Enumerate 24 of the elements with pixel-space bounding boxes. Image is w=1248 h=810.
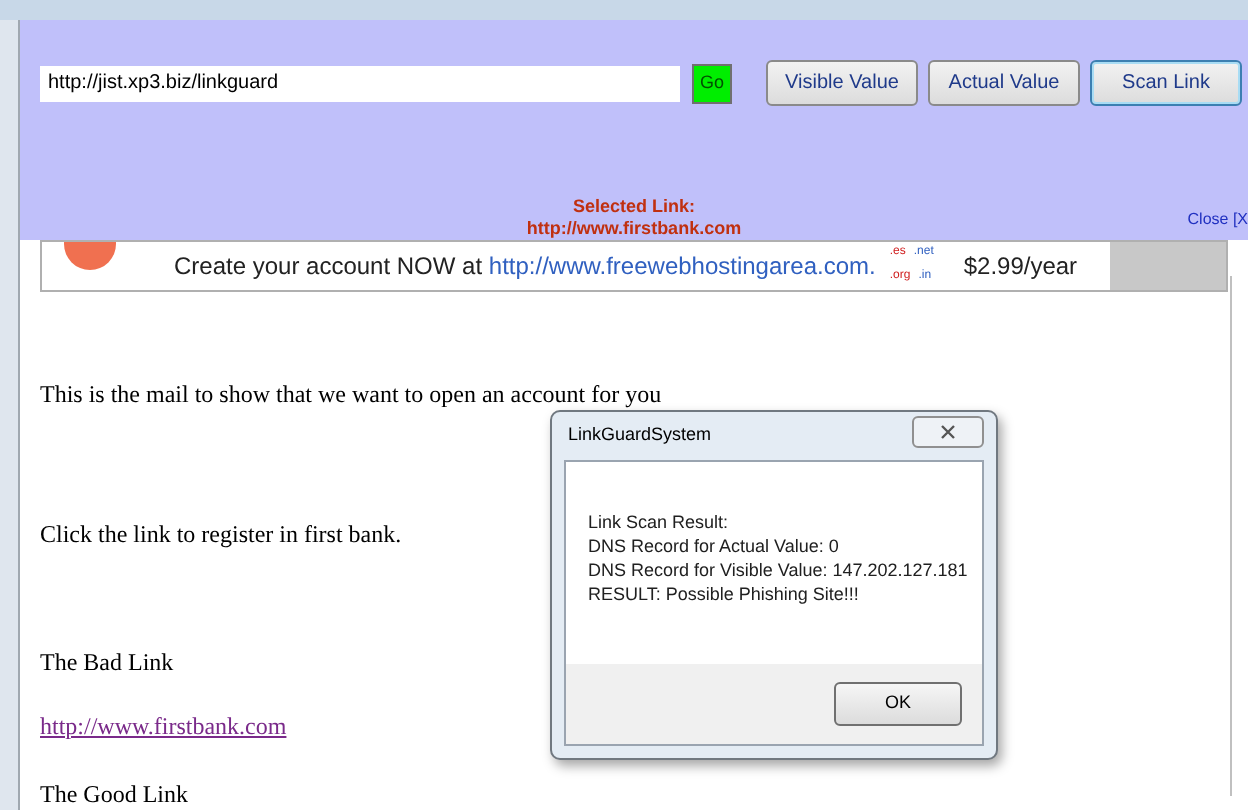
dialog-text: Link Scan Result: [588, 510, 731, 534]
selected-link-url: http://www.firstbank.com [526, 218, 742, 240]
selected-link-label: Selected Link: [572, 196, 696, 218]
ok-button[interactable]: OK [834, 682, 962, 726]
toolbar-button[interactable]: Actual Value [928, 60, 1080, 106]
toolbar-button[interactable]: Scan Link [1090, 60, 1242, 106]
url-field[interactable]: http://jist.xp3.biz/linkguard [40, 65, 680, 101]
ad-text: Create your account NOW at http://www.freewebhostingarea.com. [174, 250, 876, 284]
close-button[interactable] [912, 416, 984, 448]
ad-link[interactable]: http://www.freewebhostingarea.com. [488, 252, 876, 280]
dialog-text: DNS Record for Visible Value: 147.202.127.181 [588, 558, 970, 582]
toolbar-button[interactable]: Visible Value [766, 60, 918, 106]
ad-price: $2.99/year [963, 250, 1078, 284]
mail-link[interactable]: http://www.firstbank.com [40, 708, 287, 744]
go-button[interactable]: Go [692, 63, 732, 103]
close-link[interactable]: Close [X [1187, 208, 1248, 232]
dialog-title: LinkGuardSystem [568, 422, 712, 449]
dialog-text: DNS Record for Actual Value: 0 [588, 534, 841, 558]
mail-text: Click the link to register in first bank. [40, 518, 402, 552]
mail-text: The Bad Link [40, 646, 174, 680]
mail-text: The Good Link [40, 778, 188, 810]
mail-text: This is the mail to show that we want to open an account for you [40, 378, 662, 412]
close-icon [940, 424, 956, 440]
dialog-text: RESULT: Possible Phishing Site!!! [588, 582, 861, 606]
